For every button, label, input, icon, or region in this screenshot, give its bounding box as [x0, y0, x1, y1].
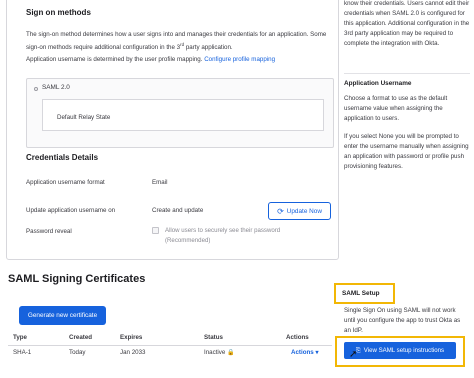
cert-expires: Jan 2033 — [120, 349, 146, 356]
none-option-text: If you select None you will be prompted … — [344, 133, 469, 170]
column-type: Type — [13, 334, 27, 341]
lock-icon: 🔒 — [227, 350, 235, 356]
column-status: Status — [204, 334, 223, 341]
sign-on-methods-title: Sign on methods — [26, 8, 91, 17]
saml-radio[interactable] — [34, 87, 38, 91]
saml-setup-text: Single Sign On using SAML will not work … — [344, 307, 461, 334]
password-reveal-label: Password reveal — [26, 228, 72, 235]
update-now-button[interactable]: ⟳ Update Now — [268, 202, 331, 220]
sign-on-methods-card: Sign on methods The sign-on method deter… — [6, 0, 339, 260]
relay-state-label: Default Relay State — [57, 114, 111, 121]
table-row: SHA-1 Today Jan 2033 Inactive 🔒 Actions … — [8, 349, 332, 365]
view-saml-setup-instructions-button[interactable]: ⎘ View SAML setup instructions — [344, 342, 456, 359]
password-reveal-checkbox-label: Allow users to securely see their passwo… — [165, 227, 281, 244]
cert-created: Today — [69, 349, 86, 356]
column-actions: Actions — [286, 334, 309, 341]
configure-profile-mapping-link[interactable]: Configure profile mapping — [204, 56, 275, 63]
sign-on-intro-text: The sign-on method determines how a user… — [26, 31, 327, 52]
saml-signing-certificates-title: SAML Signing Certificates — [8, 273, 146, 285]
application-username-text: Choose a format to use as the default us… — [344, 95, 448, 122]
username-mapping-text: Application username is determined by th… — [26, 56, 276, 63]
refresh-icon: ⟳ — [277, 206, 284, 216]
generate-certificate-button[interactable]: Generate new certificate — [19, 306, 106, 325]
column-created: Created — [69, 334, 93, 341]
application-username-title: Application Username — [344, 80, 412, 87]
credentials-details-title: Credentials Details — [26, 153, 99, 162]
cert-status: Inactive 🔒 — [204, 349, 235, 356]
username-format-label: Application username format — [26, 179, 105, 186]
chevron-down-icon: ▾ — [315, 349, 319, 356]
sidebar-divider — [344, 73, 470, 74]
certificates-table-header: Type Created Expires Status Actions — [8, 334, 332, 346]
cert-type: SHA-1 — [13, 349, 32, 356]
saml-settings-box: SAML 2.0 Default Relay State — [26, 78, 334, 148]
pointer-cursor-icon: ➚ — [349, 349, 358, 360]
column-expires: Expires — [120, 334, 143, 341]
saml-label: SAML 2.0 — [42, 84, 70, 91]
password-reveal-checkbox[interactable] — [152, 227, 159, 234]
username-format-value: Email — [152, 179, 168, 186]
saml-setup-title: SAML Setup — [342, 290, 380, 297]
actions-dropdown[interactable]: Actions ▾ — [291, 349, 319, 356]
update-username-label: Update application username on — [26, 207, 116, 214]
update-username-value: Create and update — [152, 207, 204, 214]
default-relay-state-field[interactable]: Default Relay State — [42, 99, 324, 131]
sidebar-credentials-text: know their credentials. Users cannot edi… — [344, 0, 470, 47]
